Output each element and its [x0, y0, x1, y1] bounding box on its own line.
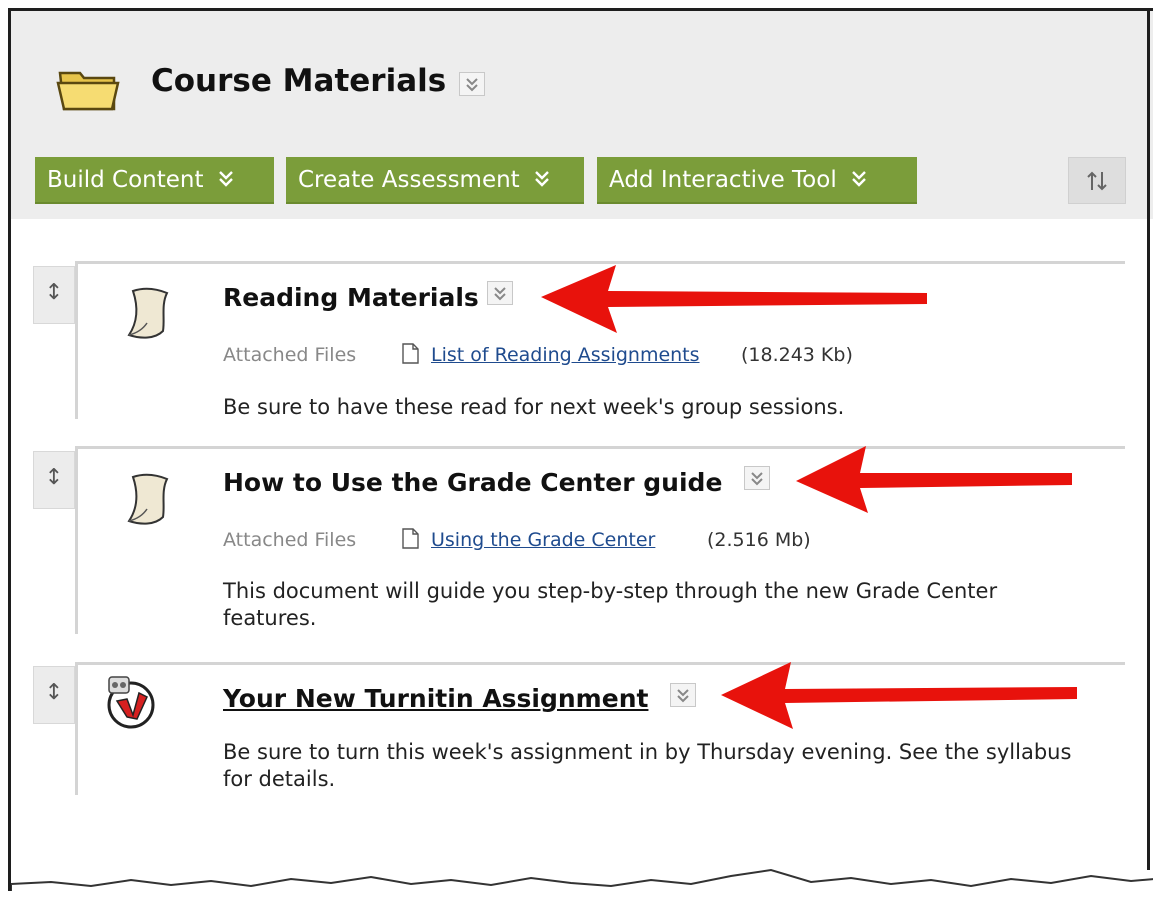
add-interactive-tool-button[interactable]: Add Interactive Tool	[597, 157, 917, 204]
file-icon	[402, 528, 419, 549]
chevron-down-icon	[218, 157, 234, 204]
page-title: Course Materials	[151, 63, 447, 99]
drag-handle[interactable]: ↕	[33, 451, 75, 509]
red-arrow-annotation	[796, 446, 1072, 513]
add-interactive-tool-label: Add Interactive Tool	[609, 167, 837, 193]
item-border	[75, 261, 78, 419]
chevron-down-icon	[534, 157, 550, 204]
page-options-chevron-icon[interactable]	[459, 72, 485, 96]
chevron-down-icon	[851, 157, 867, 204]
item-title[interactable]: How to Use the Grade Center guide	[223, 468, 722, 497]
page-header: Course Materials Build Content Create As…	[11, 11, 1153, 219]
item-border	[75, 446, 78, 634]
item-options-chevron-icon[interactable]	[670, 683, 696, 707]
reorder-button[interactable]	[1068, 157, 1126, 204]
item-description: Be sure to turn this week's assignment i…	[223, 740, 1072, 791]
drag-handle[interactable]: ↕	[33, 266, 75, 324]
red-arrow-annotation	[541, 265, 927, 333]
file-icon	[402, 343, 419, 364]
item-border	[75, 662, 78, 795]
folder-icon	[56, 71, 120, 111]
torn-edge	[11, 868, 1153, 891]
attached-files-label: Attached Files	[223, 529, 357, 551]
item-description: This document will guide you step-by-ste…	[223, 579, 998, 630]
attachment-link[interactable]: List of Reading Assignments	[431, 344, 700, 366]
create-assessment-label: Create Assessment	[298, 167, 520, 193]
turnitin-icon	[107, 676, 155, 729]
reorder-arrows-icon	[1087, 171, 1107, 191]
drag-handle[interactable]: ↕	[33, 666, 75, 724]
file-size: (2.516 Mb)	[707, 529, 811, 551]
document-icon	[127, 287, 169, 339]
attached-files-label: Attached Files	[223, 344, 357, 366]
build-content-button[interactable]: Build Content	[35, 157, 274, 204]
file-size: (18.243 Kb)	[741, 344, 853, 366]
create-assessment-button[interactable]: Create Assessment	[286, 157, 584, 204]
attachment-link[interactable]: Using the Grade Center	[431, 529, 655, 551]
screenshot-frame: Course Materials Build Content Create As…	[8, 8, 1153, 891]
build-content-label: Build Content	[47, 167, 204, 193]
item-title-link[interactable]: Your New Turnitin Assignment	[223, 684, 648, 713]
document-icon	[127, 473, 169, 525]
item-description: Be sure to have these read for next week…	[223, 395, 845, 419]
item-title[interactable]: Reading Materials	[223, 283, 479, 312]
frame-border	[1147, 8, 1150, 870]
item-options-chevron-icon[interactable]	[744, 466, 770, 490]
red-arrow-annotation	[721, 662, 1077, 729]
item-options-chevron-icon[interactable]	[487, 281, 513, 305]
